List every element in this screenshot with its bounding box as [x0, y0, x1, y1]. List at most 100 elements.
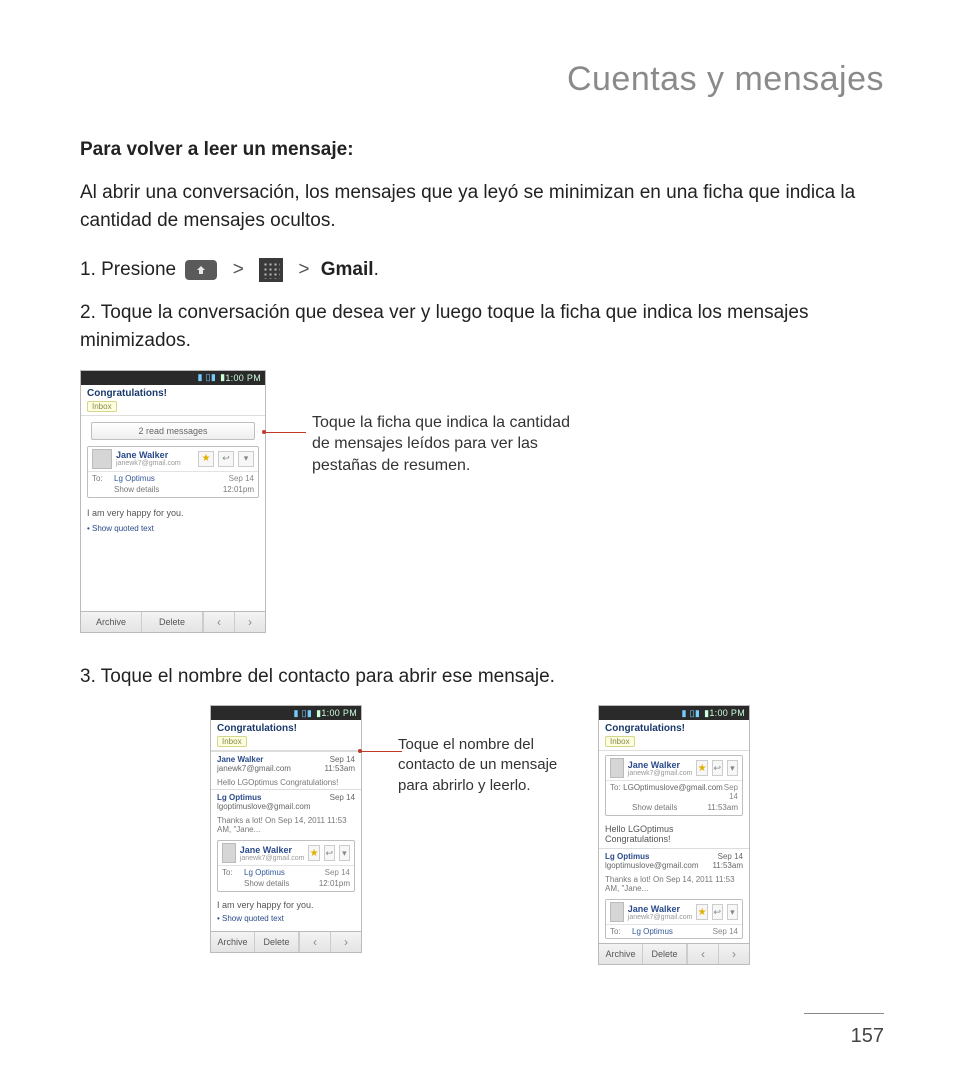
- details-row: Show details 12:01pm: [88, 485, 258, 497]
- msg-date: Sep 14: [723, 783, 738, 801]
- sender-email: lgoptimuslove@gmail.com: [605, 861, 699, 870]
- to-value: Lg Optimus: [114, 474, 229, 483]
- star-icon[interactable]: ★: [198, 451, 214, 467]
- callout-connector: [362, 705, 392, 965]
- to-row: To: Lg Optimus Sep 14: [88, 471, 258, 485]
- chevron-icon: >: [298, 256, 309, 285]
- msg-date: Sep 14: [718, 852, 743, 861]
- inbox-label: Inbox: [217, 736, 247, 747]
- phone-screenshot-1: ▮ ▯▮▮ 1:00 PM Congratulations! Inbox 2 r…: [80, 370, 266, 633]
- message-header: Jane Walker janewk7@gmail.com ★ ↩ ▾: [88, 447, 258, 471]
- status-bar: ▮ ▯▮▮ 1:00 PM: [81, 371, 265, 385]
- show-quoted[interactable]: • Show quoted text: [81, 524, 265, 541]
- message-header: Jane Walkerjanewk7@gmail.com ★ ↩ ▾: [606, 900, 742, 924]
- inbox-label: Inbox: [605, 736, 635, 747]
- next-icon[interactable]: ›: [330, 932, 361, 952]
- thread-item[interactable]: Lg Optimus lgoptimuslove@gmail.com Sep 1…: [211, 789, 361, 814]
- delete-button[interactable]: Delete: [142, 612, 203, 632]
- spacer: [81, 541, 265, 611]
- sender-email: janewk7@gmail.com: [116, 460, 194, 467]
- to-label: To:: [610, 927, 632, 936]
- status-time: 1:00 PM: [709, 708, 745, 718]
- sender-email: janewk7@gmail.com: [240, 855, 305, 862]
- reply-icon[interactable]: ↩: [324, 845, 335, 861]
- to-row: To:Lg OptimusSep 14: [218, 865, 354, 879]
- details-row: Show details12:01pm: [218, 879, 354, 891]
- reply-icon[interactable]: ↩: [712, 760, 723, 776]
- conv-title-text: Congratulations!: [605, 723, 685, 734]
- thread-item[interactable]: Lg Optimus lgoptimuslove@gmail.com Sep 1…: [599, 848, 749, 873]
- archive-button[interactable]: Archive: [81, 612, 142, 632]
- prev-icon[interactable]: ‹: [687, 944, 718, 964]
- to-value: Lg Optimus: [244, 868, 325, 877]
- message-block: Jane Walkerjanewk7@gmail.com ★ ↩ ▾ To:LG…: [605, 755, 743, 816]
- footer-rule: [804, 1013, 884, 1014]
- more-icon[interactable]: ▾: [727, 904, 738, 920]
- message-header: Jane Walkerjanewk7@gmail.com ★ ↩ ▾: [606, 756, 742, 780]
- sender-name[interactable]: Jane Walker: [628, 760, 693, 770]
- show-details[interactable]: Show details: [244, 879, 289, 888]
- star-icon[interactable]: ★: [696, 904, 707, 920]
- snippet: Thanks a lot! On Sep 14, 2011 11:53 AM, …: [211, 814, 361, 836]
- next-icon[interactable]: ›: [718, 944, 749, 964]
- sender-email: lgoptimuslove@gmail.com: [217, 802, 311, 811]
- callout-2-text: Toque el nombre del contacto de un mensa…: [392, 735, 568, 796]
- status-bar: ▮ ▯▮▮ 1:00 PM: [599, 706, 749, 720]
- to-label: To:: [222, 868, 244, 877]
- home-icon: [185, 260, 217, 280]
- avatar: [610, 758, 624, 778]
- body-line: Congratulations!: [605, 834, 671, 844]
- snippet: Thanks a lot! On Sep 14, 2011 11:53 AM, …: [599, 873, 749, 895]
- read-messages-tab[interactable]: 2 read messages: [91, 422, 255, 440]
- prev-icon[interactable]: ‹: [203, 612, 234, 632]
- figure-2-left: ▮ ▯▮▮ 1:00 PM Congratulations! Inbox Jan…: [210, 705, 568, 965]
- delete-button[interactable]: Delete: [255, 932, 299, 952]
- msg-date: Sep 14: [330, 755, 355, 764]
- sender-name[interactable]: Jane Walker: [240, 845, 305, 855]
- star-icon[interactable]: ★: [696, 760, 707, 776]
- message-body: I am very happy for you.: [81, 502, 265, 524]
- star-icon[interactable]: ★: [308, 845, 319, 861]
- message-body: Hello LGOptimus Congratulations!: [599, 820, 749, 848]
- avatar: [610, 902, 624, 922]
- avatar: [92, 449, 112, 469]
- reply-icon[interactable]: ↩: [218, 451, 234, 467]
- more-icon[interactable]: ▾: [339, 845, 350, 861]
- page-title: Cuentas y mensajes: [80, 60, 884, 99]
- bottom-bar: Archive Delete ‹ ›: [211, 931, 361, 952]
- step2-text: 2. Toque la conversación que desea ver y…: [80, 302, 808, 352]
- sender-name: Lg Optimus: [217, 793, 261, 802]
- sender-name[interactable]: Jane Walker: [116, 450, 194, 460]
- msg-time: 11:53am: [707, 803, 738, 812]
- more-icon[interactable]: ▾: [727, 760, 738, 776]
- show-quoted[interactable]: • Show quoted text: [211, 914, 361, 931]
- sender-name: Jane Walker: [217, 755, 263, 764]
- sender-name[interactable]: Jane Walker: [628, 904, 693, 914]
- archive-button[interactable]: Archive: [211, 932, 255, 952]
- thread-item[interactable]: Jane Walker janewk7@gmail.com Sep 14 11:…: [211, 751, 361, 776]
- prev-icon[interactable]: ‹: [299, 932, 330, 952]
- show-details[interactable]: Show details: [632, 803, 677, 812]
- conv-title-text: Congratulations!: [87, 388, 167, 399]
- delete-button[interactable]: Delete: [643, 944, 687, 964]
- status-time: 1:00 PM: [225, 373, 261, 383]
- step-3: 3. Toque el nombre del contacto para abr…: [80, 663, 884, 692]
- step1-text-a: 1. Presione: [80, 259, 181, 280]
- sender-email: janewk7@gmail.com: [628, 770, 693, 777]
- conversation-title: Congratulations! Inbox: [81, 385, 265, 416]
- reply-icon[interactable]: ↩: [712, 904, 723, 920]
- figure-2-row: ▮ ▯▮▮ 1:00 PM Congratulations! Inbox Jan…: [210, 705, 884, 965]
- archive-button[interactable]: Archive: [599, 944, 643, 964]
- next-icon[interactable]: ›: [234, 612, 265, 632]
- more-icon[interactable]: ▾: [238, 451, 254, 467]
- callout-1-text: Toque la ficha que indica la cantidad de…: [306, 412, 582, 477]
- apps-grid-icon: [259, 258, 283, 282]
- step-2: 2. Toque la conversación que desea ver y…: [80, 299, 884, 356]
- sender-info: Jane Walker janewk7@gmail.com: [116, 450, 194, 467]
- to-row: To:Lg OptimusSep 14: [606, 924, 742, 938]
- bottom-bar: Archive Delete ‹ ›: [81, 611, 265, 632]
- inbox-label: Inbox: [87, 401, 117, 412]
- message-body: I am very happy for you.: [211, 896, 361, 914]
- msg-date: Sep 14: [330, 793, 355, 811]
- show-details[interactable]: Show details: [114, 485, 159, 494]
